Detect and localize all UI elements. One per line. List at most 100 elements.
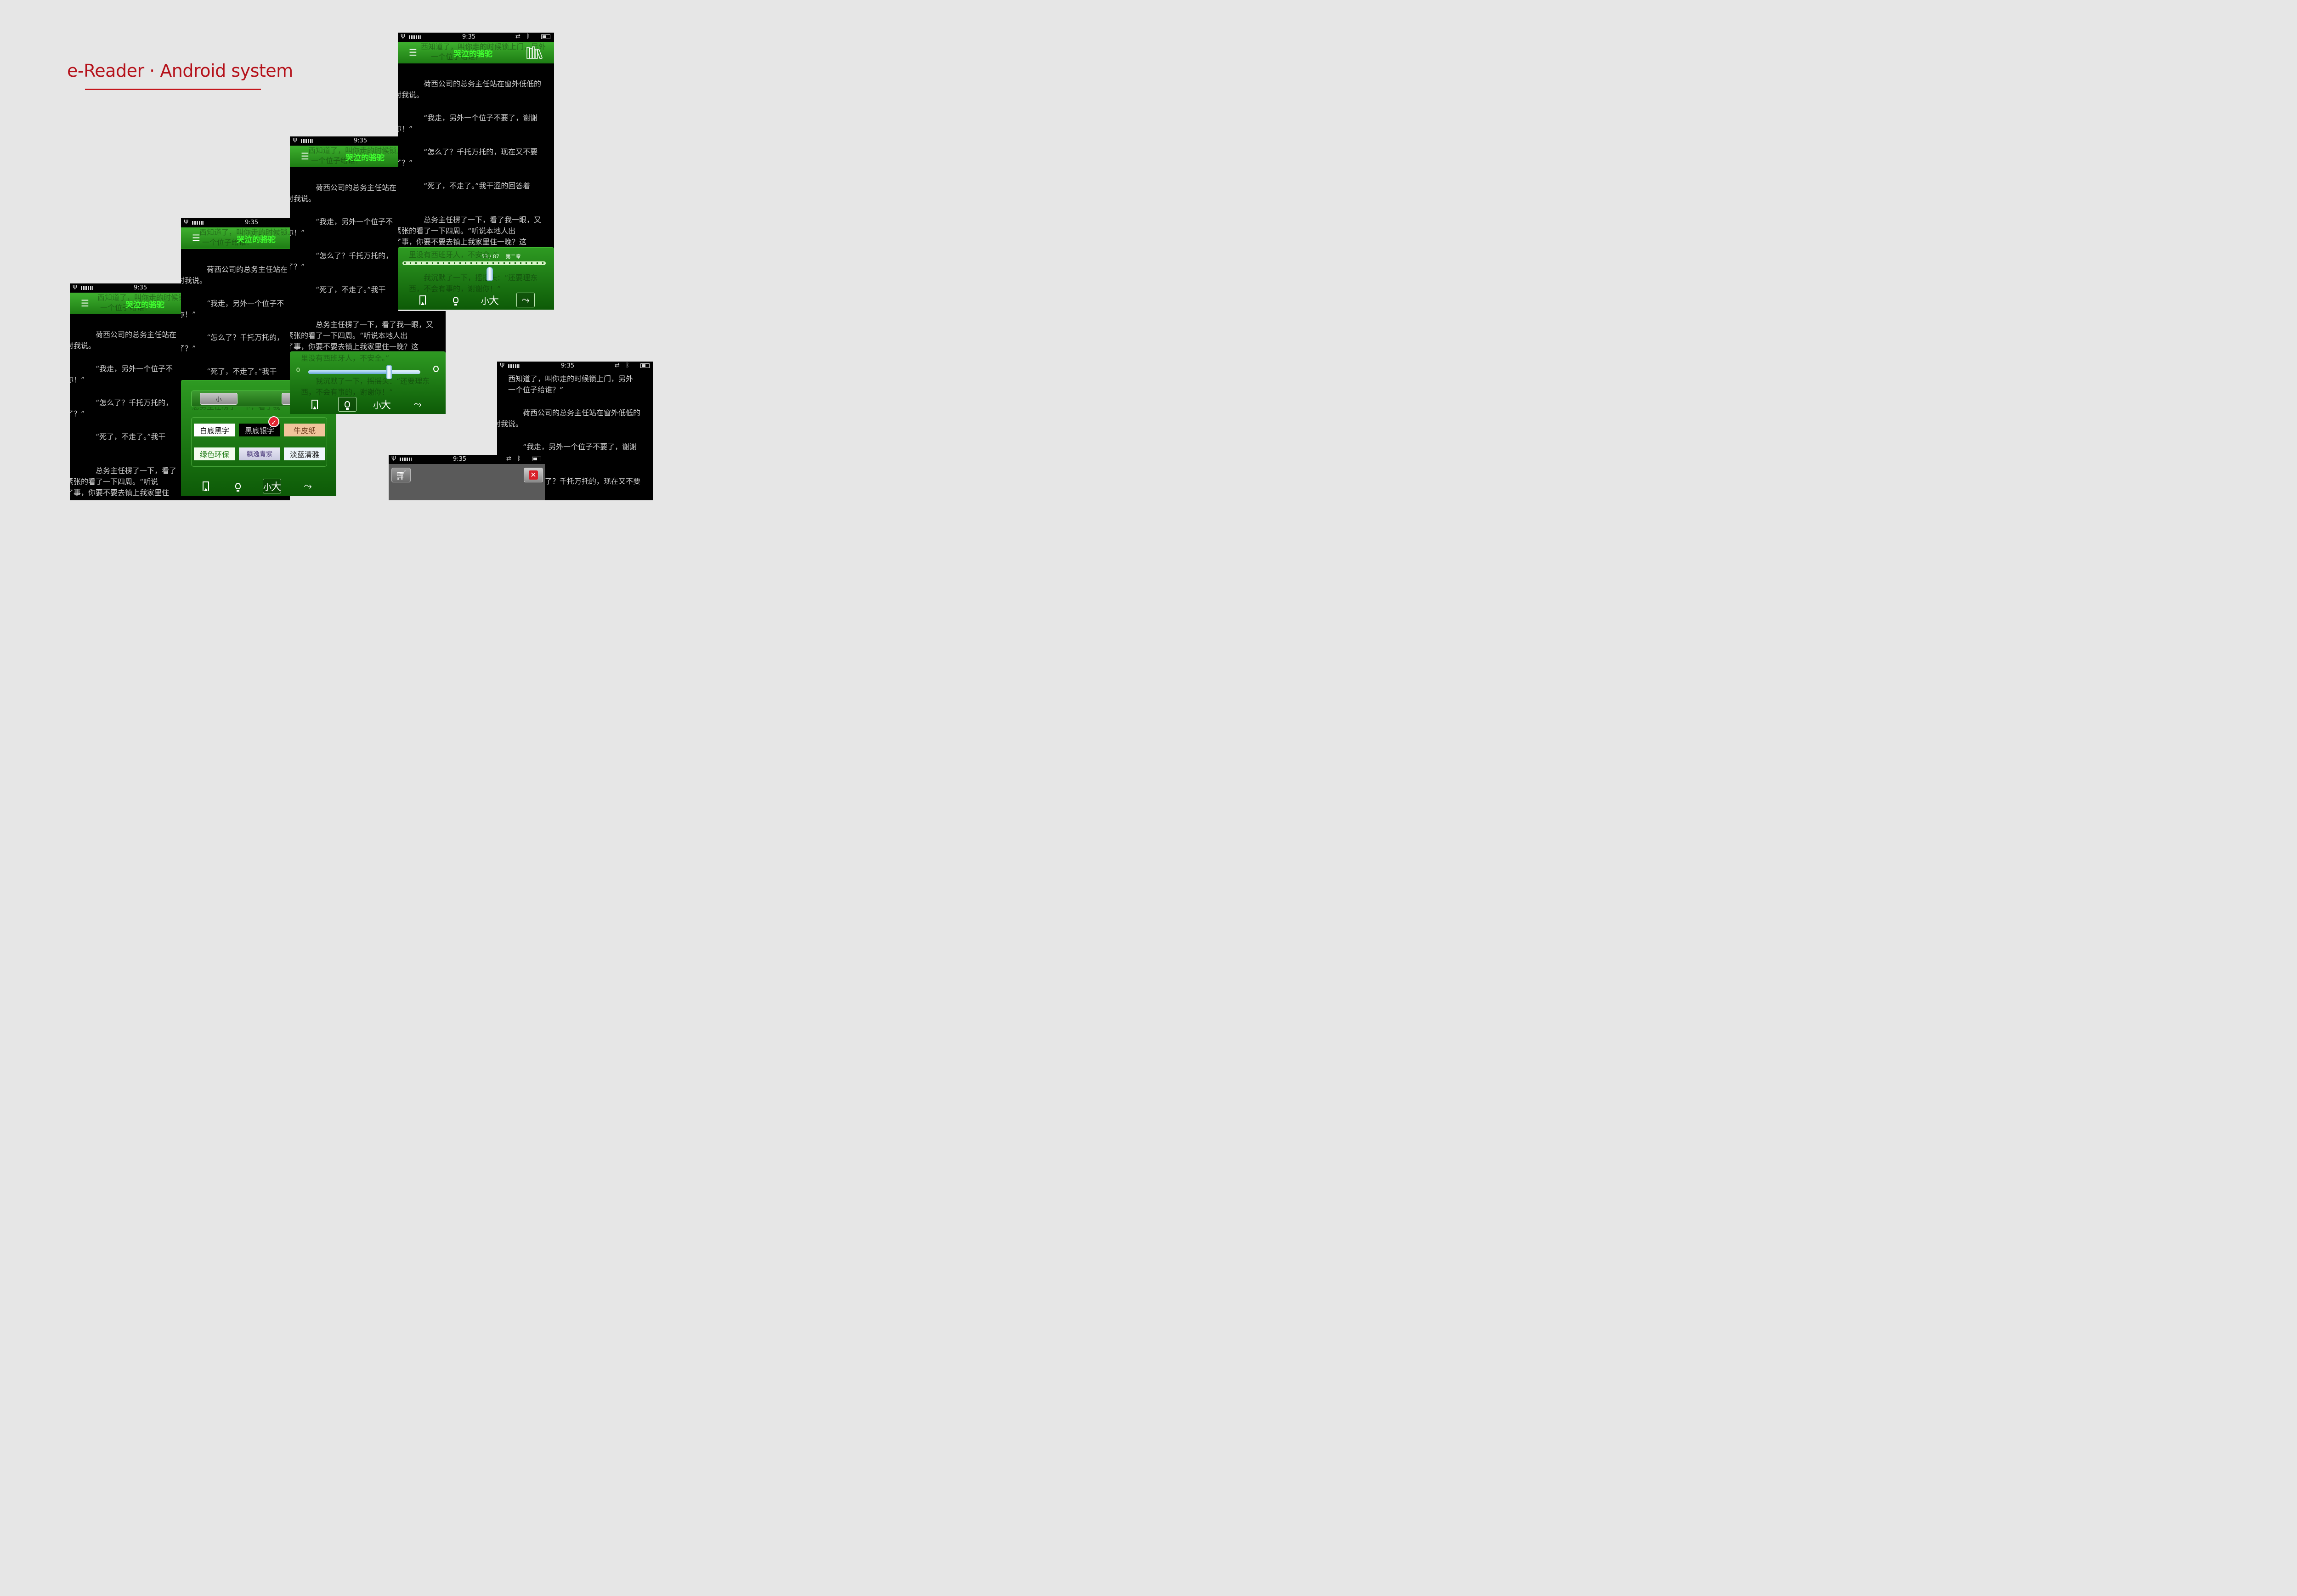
status-bar: Ψ 9:35: [290, 136, 398, 146]
battery-icon: [541, 34, 550, 39]
bulb-icon: [453, 297, 458, 306]
no-sync-icon: ⇄: [515, 33, 521, 40]
brightness-high-icon: [433, 366, 439, 372]
bulb-icon: [235, 483, 241, 492]
title-bar: 西知道了，叫你走的时候锁上门，另外一个位子给谁？” ☰ 哭泣的骆驼: [70, 293, 181, 314]
no-sync-icon: ⇄: [615, 362, 620, 369]
page-turn-button[interactable]: ⤳: [299, 479, 317, 493]
brightness-button[interactable]: [338, 397, 356, 412]
status-time: 9:35: [453, 456, 467, 463]
signal-icon: Ψ: [500, 362, 505, 369]
status-bar: Ψ 9:35: [70, 283, 181, 293]
page-turn-icon: ⤳: [521, 294, 530, 306]
reading-text-overlap: 了？千托万托的，现在又不要: [545, 476, 651, 487]
progress-slider-track[interactable]: [402, 261, 546, 265]
reading-text: 荷西公司的总务主任站在 对我说。 “我走，另外一个位子不 你！” “怎么了？千托万托…: [181, 265, 288, 376]
reading-text: 西知道了，叫你走的时候锁上门，另外 一个位子给谁？” 荷西公司的总务主任站在窗外低…: [497, 374, 641, 451]
page-turn-button[interactable]: ⤳: [408, 397, 427, 412]
brightness-low-icon: [296, 368, 300, 372]
status-time: 9:35: [561, 362, 575, 369]
page-indicator: 53 / 87 第二章: [481, 253, 521, 260]
panel-toolbar: 小大 ⤳: [398, 290, 554, 310]
bookmark-icon: [419, 295, 426, 305]
bookshelf-icon[interactable]: [526, 45, 544, 59]
heading-underline: [85, 89, 261, 90]
brightness-slider-fill: [308, 370, 389, 374]
page-number: 53 / 87: [481, 254, 499, 260]
bookmark-button[interactable]: [306, 397, 324, 412]
bookmark-icon: [311, 400, 318, 409]
theme-purple[interactable]: 飘逸青紫: [239, 447, 280, 460]
page-turn-button[interactable]: ⤳: [516, 293, 535, 307]
menu-icon[interactable]: ☰: [301, 152, 312, 161]
status-time: 9:35: [134, 284, 147, 291]
bluetooth-icon: ᛒ: [626, 362, 629, 369]
signal-bars-icon: [81, 286, 93, 290]
signal-icon: Ψ: [391, 456, 396, 463]
theme-light-blue[interactable]: 淡蓝清雅: [284, 447, 325, 460]
bookmark-button[interactable]: [413, 293, 432, 307]
font-size-button[interactable]: 小大: [373, 397, 391, 412]
cart-icon: 🛒︎: [395, 470, 407, 481]
brightness-button[interactable]: [229, 479, 247, 493]
status-time: 9:35: [245, 219, 259, 226]
bluetooth-icon: ᛒ: [526, 33, 530, 40]
reading-text-wide: 总务主任楞了一下，看了我一眼，又 紧张的看了一下四周。“听说本地人出 了事，你要不要…: [290, 320, 434, 351]
bluetooth-icon: ᛒ: [517, 455, 521, 462]
status-bar: Ψ 9:35: [181, 218, 290, 227]
font-size-icon: 小大: [481, 295, 499, 307]
status-time: 9:35: [354, 137, 368, 144]
screen-progress: Ψ 9:35 ⇄ ᛒ 西知道了，叫你走的时候锁上门，另外 一个位子给谁？” ☰ 哭…: [398, 33, 554, 310]
menu-icon[interactable]: ☰: [192, 233, 203, 243]
font-size-icon: 小大: [263, 481, 281, 493]
close-icon: ✕: [529, 470, 538, 480]
page-turn-icon: ⤳: [413, 398, 422, 410]
signal-icon: Ψ: [184, 219, 189, 226]
font-size-button[interactable]: 小大: [263, 479, 281, 493]
panel-ghost-text: 里没有西班牙人，不安全。” 我沉默了一下，摇摇头：“还要理东 西，不会有事的，谢谢你…: [409, 250, 538, 293]
page-turn-icon: ⤳: [304, 480, 312, 492]
reading-text: 荷西公司的总务主任站在 对我说。 “我走，另外一个位子不 你！” “怎么了？千托万托…: [290, 183, 397, 305]
brightness-panel: 里没有西班牙人，不安全。” 我沉默了一下，摇摇头：“还要理东 西，不会有事的，谢谢你…: [290, 351, 446, 414]
brightness-button[interactable]: [447, 293, 465, 307]
title-bar: 西知道了，叫你走的时候锁上门，另外一个位子给谁？” ☰ 哭泣的骆驼: [398, 42, 554, 63]
panel-toolbar: 小大 ⤳: [181, 476, 336, 496]
brightness-slider-thumb[interactable]: [386, 365, 392, 379]
title-bar: 西知道了，叫你走的时候锁上门，另外一个位子给谁？” ☰ 哭泣的骆驼: [181, 227, 324, 249]
book-title: 哭泣的骆驼: [345, 153, 385, 163]
signal-bars-icon: [508, 364, 520, 368]
signal-bars-icon: [301, 139, 313, 143]
theme-green[interactable]: 绿色环保: [194, 447, 235, 460]
progress-panel: 里没有西班牙人，不安全。” 我沉默了一下，摇摇头：“还要理东 西，不会有事的，谢谢你…: [398, 247, 554, 310]
font-size-button[interactable]: 小大: [481, 293, 499, 307]
signal-bars-icon: [409, 35, 421, 39]
bookmark-button[interactable]: [197, 479, 215, 493]
reading-text: 荷西公司的总务主任站在 对我说。 “我走，另外一个位子不 你！” “怎么了？千托万托…: [70, 330, 177, 497]
reading-text: 荷西公司的总务主任站在窗外低低的 对我说。 “我走，另外一个位子不要了，谢谢 你！”…: [398, 79, 542, 246]
page-heading: e-Reader · Android system: [67, 61, 293, 81]
menu-icon[interactable]: ☰: [409, 48, 420, 57]
theme-white-black[interactable]: 白底黑字: [194, 424, 235, 436]
cart-button[interactable]: 🛒︎: [391, 468, 411, 482]
book-title: 哭泣的骆驼: [125, 300, 164, 310]
menu-icon[interactable]: ☰: [81, 299, 92, 308]
signal-bars-icon: [192, 221, 204, 225]
screen-reading-1: Ψ 9:35 西知道了，叫你走的时候锁上门，另外一个位子给谁？” ☰ 哭泣的骆驼…: [70, 283, 181, 500]
progress-slider-thumb[interactable]: [487, 267, 493, 281]
selected-check-icon: ✓: [268, 416, 279, 427]
status-bar: Ψ 9:35 ⇄ ᛒ: [389, 455, 545, 464]
battery-icon: [640, 363, 650, 368]
signal-bars-icon: [400, 458, 412, 461]
font-size-icon: 小大: [373, 400, 391, 411]
book-title: 哭泣的骆驼: [453, 50, 492, 59]
battery-icon: [532, 457, 541, 461]
status-time: 9:35: [462, 34, 476, 40]
close-button[interactable]: ✕: [524, 468, 543, 482]
chapter-label: 第二章: [505, 254, 521, 260]
theme-kraft-paper[interactable]: 牛皮纸: [284, 424, 325, 436]
screen-store: Ψ 9:35 ⇄ ᛒ 🛒︎ ✕: [389, 455, 545, 500]
signal-icon: Ψ: [73, 284, 78, 291]
no-sync-icon: ⇄: [506, 455, 511, 462]
font-size-small-button[interactable]: 小: [200, 393, 238, 405]
signal-icon: Ψ: [401, 34, 406, 40]
